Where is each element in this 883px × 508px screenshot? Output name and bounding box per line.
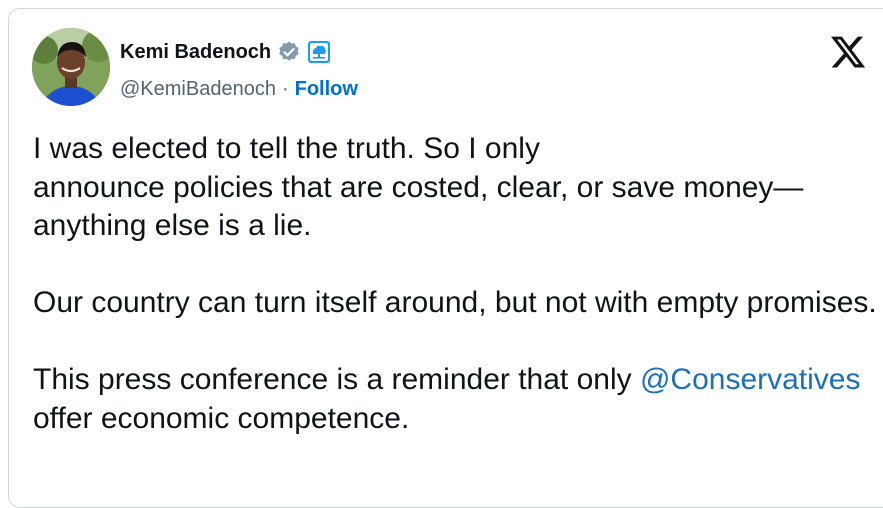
tweet-paragraph-2: Our country can turn itself around, but …: [33, 286, 877, 319]
verified-badge-icon: [277, 40, 301, 64]
display-name[interactable]: Kemi Badenoch: [120, 41, 271, 64]
conservatives-mention-link[interactable]: @Conservatives: [640, 363, 861, 396]
tweet-paragraph-3-end: offer economic competence.: [33, 401, 410, 435]
avatar-photo: [32, 28, 110, 106]
tweet-paragraph-3-text: This press conference is a reminder that…: [33, 363, 640, 396]
tweet-paragraph-1: I was elected to tell the truth. So I on…: [33, 130, 883, 246]
tweet-line-2: announce policies that are costed, clear…: [33, 170, 804, 243]
follow-button[interactable]: Follow: [295, 78, 358, 101]
x-logo-icon[interactable]: [829, 33, 867, 71]
author-name-row: Kemi Badenoch: [120, 37, 331, 67]
tweet-card: Kemi Badenoch @KemiBadenoch · Follow I w…: [8, 8, 883, 508]
tweet-text: I was elected to tell the truth. So I on…: [33, 130, 883, 438]
separator-dot: ·: [281, 77, 289, 100]
author-handle-row: @KemiBadenoch · Follow: [120, 75, 358, 103]
conservatives-tree-icon[interactable]: [307, 40, 331, 64]
tweet-paragraph-3: This press conference is a reminder that…: [33, 361, 883, 438]
tweet-line-1: I was elected to tell the truth. So I on…: [33, 132, 540, 165]
author-handle[interactable]: @KemiBadenoch: [120, 78, 276, 101]
avatar[interactable]: [32, 28, 110, 106]
